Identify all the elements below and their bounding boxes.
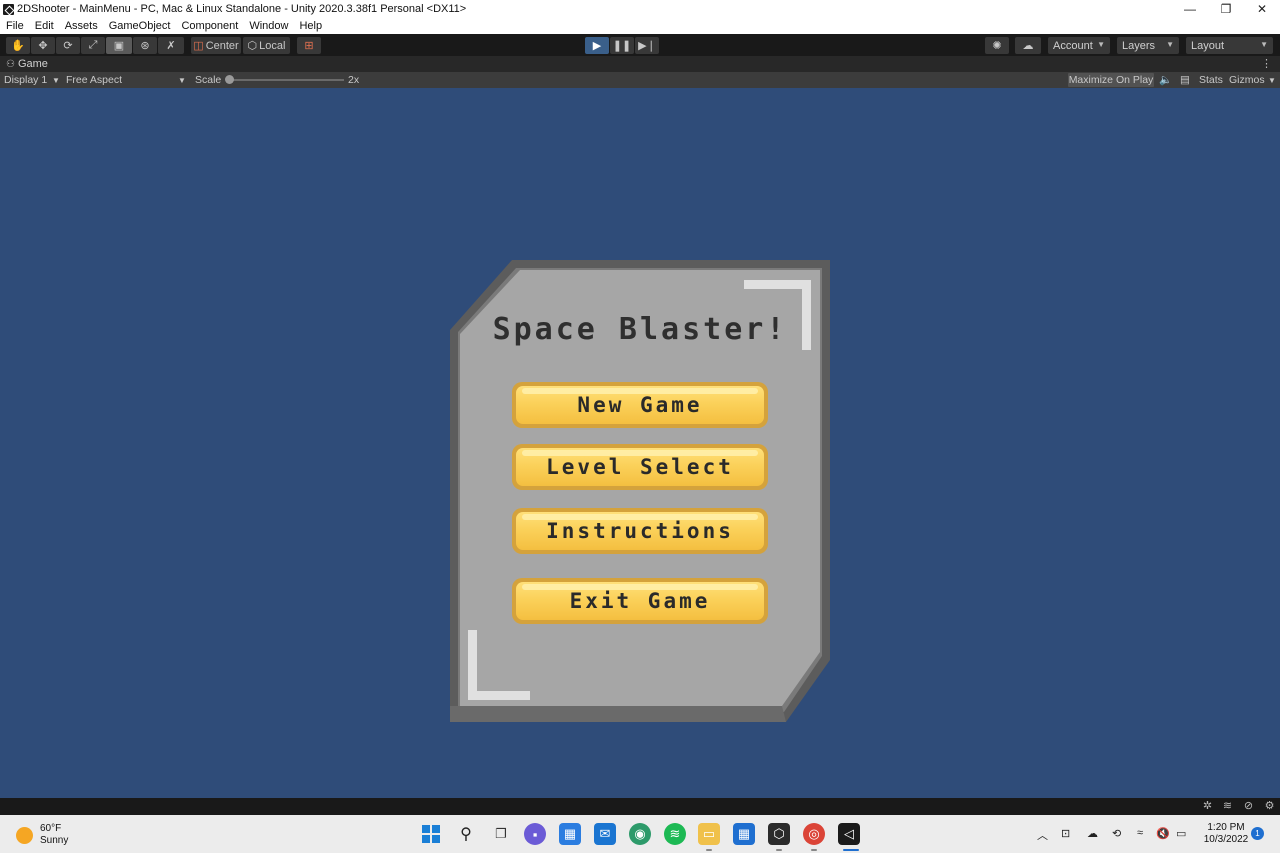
move-tool-icon[interactable]: ✥ xyxy=(31,37,55,54)
chrome-icon[interactable]: ◎ xyxy=(803,823,825,845)
layout-dropdown[interactable]: Layout ▼ xyxy=(1186,37,1273,54)
status-bar: ✲ ≋ ⊘ ⚙ xyxy=(0,798,1280,815)
chevron-down-icon: ▼ xyxy=(1268,76,1276,85)
scale-value: 2x xyxy=(348,74,360,86)
main-menu-panel: Space Blaster! New Game Level Select Ins… xyxy=(450,260,830,722)
scale-slider-handle[interactable] xyxy=(225,75,234,84)
gamepad-icon: ⚇ xyxy=(6,58,15,70)
pivot-local-button[interactable]: ⬡ Local xyxy=(243,37,290,54)
edge-browser-icon[interactable]: ◉ xyxy=(629,823,651,845)
chevron-down-icon: ▼ xyxy=(1260,40,1268,49)
calendar-icon[interactable]: ▦ xyxy=(733,823,755,845)
game-view-toolbar: Display 1 ▼ Free Aspect ▼ Scale 2x Maxim… xyxy=(0,72,1280,88)
gizmos-button[interactable]: Gizmos xyxy=(1229,73,1265,87)
task-view-icon[interactable]: ❐ xyxy=(490,823,512,845)
play-button[interactable]: ▶ xyxy=(585,37,609,54)
instructions-button[interactable]: Instructions xyxy=(512,508,768,554)
window-title: 2DShooter - MainMenu - PC, Mac & Linux S… xyxy=(17,3,467,15)
pause-button[interactable]: ❚❚ xyxy=(610,37,634,54)
menu-help[interactable]: Help xyxy=(299,20,322,32)
menu-gameobject[interactable]: GameObject xyxy=(109,20,171,32)
window-title-bar: 2DShooter - MainMenu - PC, Mac & Linux S… xyxy=(0,0,1280,18)
chevron-down-icon: ▼ xyxy=(178,76,186,85)
volume-muted-icon[interactable]: 🔇 xyxy=(1156,827,1170,840)
vsync-icon[interactable]: ▤ xyxy=(1180,73,1190,87)
clock-date: 10/3/2022 xyxy=(1203,834,1249,845)
store-icon[interactable]: ▦ xyxy=(559,823,581,845)
maximize-on-play-button[interactable]: Maximize On Play xyxy=(1068,73,1154,87)
menu-file[interactable]: File xyxy=(6,20,24,32)
local-cube-icon: ⬡ xyxy=(247,40,258,52)
scale-tool-icon[interactable]: ⤢ xyxy=(81,37,105,54)
system-clock[interactable]: 1:20 PM 10/3/2022 xyxy=(1196,822,1256,846)
mute-audio-icon[interactable]: 🔈 xyxy=(1159,73,1172,87)
game-title: Space Blaster! xyxy=(492,312,788,347)
scale-label: Scale xyxy=(195,74,222,86)
menu-component[interactable]: Component xyxy=(181,20,238,32)
unity-hub-icon[interactable]: ⬡ xyxy=(768,823,790,845)
cache-server-icon[interactable]: ≋ xyxy=(1221,800,1234,813)
taskbar: 60°F Sunny ⚲ ❐ ▪ ▦ ✉ ◉ ≋ ▭ ▦ ⬡ ◎ ◁ ︿ ⊡ ☁… xyxy=(0,815,1280,853)
more-options-icon[interactable]: ⋮ xyxy=(1261,57,1272,70)
rect-tool-icon[interactable]: ▣ xyxy=(106,37,132,54)
rotate-tool-icon[interactable]: ⟳ xyxy=(56,37,80,54)
battery-icon[interactable]: ▭ xyxy=(1176,827,1186,840)
notification-badge[interactable]: 1 xyxy=(1251,827,1264,840)
chevron-down-icon: ▼ xyxy=(1097,40,1105,49)
grid-snap-icon[interactable]: ⊞ xyxy=(297,37,321,54)
aspect-dropdown[interactable]: Free Aspect xyxy=(66,73,122,87)
new-game-button[interactable]: New Game xyxy=(512,382,768,428)
collab-icon[interactable]: ✺ xyxy=(985,37,1009,54)
restore-button[interactable]: ❐ xyxy=(1208,0,1244,18)
windows-start-icon[interactable] xyxy=(420,823,442,845)
game-tab-header: ⚇ Game ⋮ xyxy=(0,56,1280,72)
search-icon[interactable]: ⚲ xyxy=(455,823,477,845)
step-button[interactable]: ▶❘ xyxy=(635,37,659,54)
weather-description: Sunny xyxy=(40,835,69,846)
onedrive-icon[interactable]: ☁ xyxy=(1087,827,1098,840)
stats-button[interactable]: Stats xyxy=(1199,73,1223,87)
sun-icon xyxy=(16,826,33,844)
pivot-icon: ◫ xyxy=(193,40,204,52)
weather-temperature: 60°F xyxy=(40,823,62,834)
menu-assets[interactable]: Assets xyxy=(65,20,98,32)
game-viewport: Space Blaster! New Game Level Select Ins… xyxy=(0,88,1280,798)
unity-toolbar: ✋ ✥ ⟳ ⤢ ▣ ⊛ ✗ ◫ Center ⬡ Local ⊞ ▶ ❚❚ ▶❘ ✺… xyxy=(0,34,1280,56)
display-dropdown[interactable]: Display 1 xyxy=(4,73,47,87)
spotify-icon[interactable]: ≋ xyxy=(664,823,686,845)
tab-game[interactable]: ⚇ Game xyxy=(0,58,48,70)
layers-dropdown[interactable]: Layers ▼ xyxy=(1117,37,1179,54)
sync-icon[interactable]: ⟲ xyxy=(1112,827,1121,840)
unity-editor-icon[interactable]: ◁ xyxy=(838,823,860,845)
mail-icon[interactable]: ✉ xyxy=(594,823,616,845)
level-select-button[interactable]: Level Select xyxy=(512,444,768,490)
file-explorer-icon[interactable]: ▭ xyxy=(698,823,720,845)
scale-slider[interactable] xyxy=(228,79,344,81)
unity-app-icon xyxy=(3,3,14,15)
minimize-button[interactable]: — xyxy=(1172,0,1208,18)
menu-bar: File Edit Assets GameObject Component Wi… xyxy=(0,18,1280,34)
menu-window[interactable]: Window xyxy=(249,20,288,32)
transform-tool-icon[interactable]: ⊛ xyxy=(133,37,157,54)
exit-game-button[interactable]: Exit Game xyxy=(512,578,768,624)
weather-widget[interactable]: 60°F Sunny xyxy=(16,823,68,847)
progress-icon[interactable]: ⊘ xyxy=(1242,800,1255,813)
chevron-down-icon: ▼ xyxy=(1166,40,1174,49)
account-dropdown[interactable]: Account ▼ xyxy=(1048,37,1110,54)
clock-time: 1:20 PM xyxy=(1207,822,1245,833)
pivot-center-button[interactable]: ◫ Center xyxy=(191,37,241,54)
wifi-icon[interactable]: ≈ xyxy=(1137,827,1143,839)
settings-icon[interactable]: ⚙ xyxy=(1263,800,1276,813)
hand-tool-icon[interactable]: ✋ xyxy=(6,37,30,54)
chat-icon[interactable]: ▪ xyxy=(524,823,546,845)
show-hidden-icons-icon[interactable]: ︿ xyxy=(1037,827,1048,843)
display-icon[interactable]: ⊡ xyxy=(1061,827,1070,840)
menu-edit[interactable]: Edit xyxy=(35,20,54,32)
chevron-down-icon: ▼ xyxy=(52,76,60,85)
close-button[interactable]: ✕ xyxy=(1244,0,1280,18)
debug-icon[interactable]: ✲ xyxy=(1201,800,1214,813)
cloud-icon[interactable]: ☁ xyxy=(1015,37,1041,54)
custom-tool-icon[interactable]: ✗ xyxy=(158,37,184,54)
